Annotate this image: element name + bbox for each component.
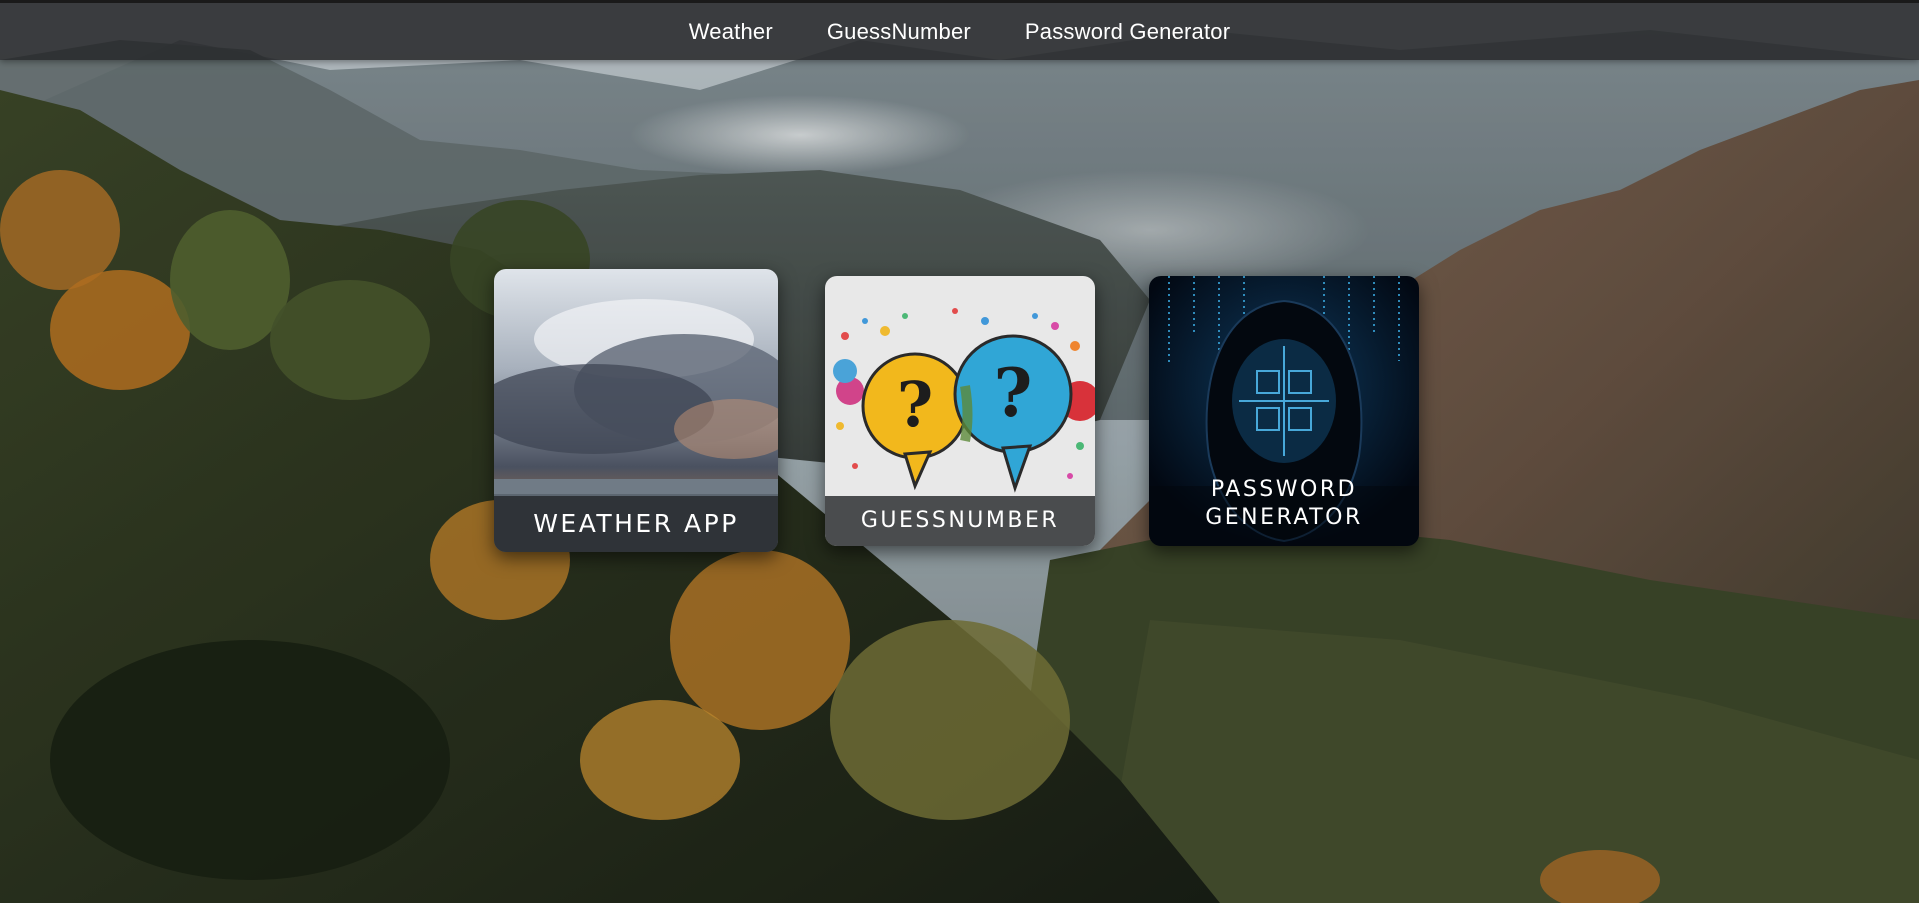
guessnumber-caption: GUESSNUMBER xyxy=(825,496,1095,546)
weather-app-card[interactable]: WEATHER APP xyxy=(494,269,778,552)
svg-text:?: ? xyxy=(897,368,933,441)
top-navbar: Weather GuessNumber Password Generator xyxy=(0,0,1919,60)
weather-app-caption: WEATHER APP xyxy=(494,496,778,552)
password-generator-card[interactable]: PASSWORD GENERATOR xyxy=(1149,276,1419,546)
nav-link-weather[interactable]: Weather xyxy=(689,19,773,45)
password-generator-caption: PASSWORD GENERATOR xyxy=(1205,477,1363,530)
guessnumber-card[interactable]: ? ? GUESSNUMBER xyxy=(825,276,1095,546)
page: Weather GuessNumber Password Generator W… xyxy=(0,0,1919,903)
nav-link-guessnumber[interactable]: GuessNumber xyxy=(827,19,971,45)
svg-text:?: ? xyxy=(994,354,1033,432)
nav-link-password-generator[interactable]: Password Generator xyxy=(1025,19,1230,45)
